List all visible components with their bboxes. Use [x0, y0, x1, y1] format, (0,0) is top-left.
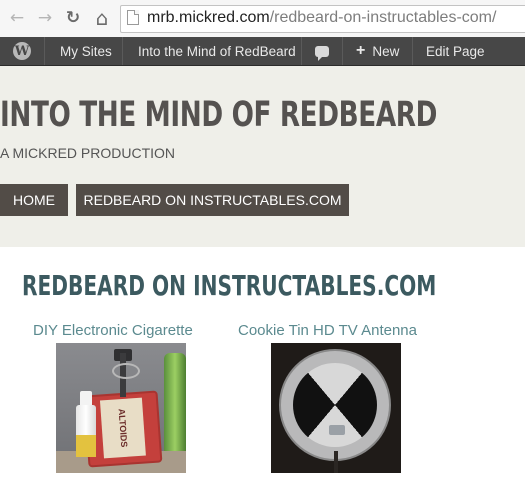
page-title: REDBEARD ON INSTRUCTABLES.COM — [22, 269, 437, 302]
back-arrow-icon[interactable]: ← — [6, 8, 28, 28]
my-sites-menu[interactable]: My Sites — [44, 37, 122, 65]
edit-page-button[interactable]: Edit Page — [412, 37, 525, 65]
project-link-ecig[interactable]: DIY Electronic Cigarette — [33, 322, 193, 339]
reload-icon[interactable]: ↻ — [62, 8, 84, 28]
nav-item-instructables[interactable]: REDBEARD ON INSTRUCTABLES.COM — [76, 184, 349, 216]
tin-label: ALTOIDS — [99, 397, 146, 459]
site-title[interactable]: INTO THE MIND OF REDBEARD — [0, 95, 437, 135]
comments-menu[interactable] — [301, 37, 342, 65]
site-tagline: A MICKRED PRODUCTION — [0, 145, 176, 161]
antenna-thumbnail[interactable] — [271, 343, 401, 473]
url-path: /redbeard-on-instructables-com/ — [269, 9, 497, 26]
site-name-label: Into the Mind of RedBeard — [138, 43, 296, 59]
my-sites-label: My Sites — [60, 43, 112, 59]
wordpress-logo-icon: W — [13, 42, 31, 60]
edit-page-label: Edit Page — [426, 43, 485, 59]
wordpress-menu[interactable]: W — [0, 37, 44, 65]
new-content-menu[interactable]: + New — [342, 37, 412, 65]
main-content: REDBEARD ON INSTRUCTABLES.COM DIY Electr… — [0, 247, 525, 503]
admin-bar: W My Sites Into the Mind of RedBeard + N… — [0, 37, 525, 66]
url-text[interactable]: mrb.mickred.com/redbeard-on-instructable… — [147, 9, 496, 27]
site-name-menu[interactable]: Into the Mind of RedBeard — [122, 37, 301, 65]
plus-icon: + — [356, 42, 366, 59]
project-link-antenna[interactable]: Cookie Tin HD TV Antenna — [238, 322, 417, 339]
antenna-pole — [334, 451, 338, 473]
home-icon[interactable]: ⌂ — [91, 8, 113, 28]
comment-bubble-icon — [315, 45, 329, 61]
address-bar[interactable]: mrb.mickred.com/redbeard-on-instructable… — [120, 5, 525, 33]
browser-toolbar: ← → ↻ ⌂ mrb.mickred.com/redbeard-on-inst… — [0, 0, 525, 38]
ecig-thumbnail[interactable]: ALTOIDS — [56, 343, 186, 473]
nav-item-home[interactable]: HOME — [0, 184, 68, 216]
page-icon — [127, 10, 139, 25]
green-bottle — [164, 353, 186, 463]
dropper-liquid — [76, 435, 96, 457]
forward-arrow-icon[interactable]: → — [34, 8, 56, 28]
url-host: mrb.mickred.com — [147, 9, 270, 26]
new-label: New — [372, 43, 400, 59]
wire-loop — [112, 363, 140, 379]
antenna-connector — [329, 425, 345, 435]
